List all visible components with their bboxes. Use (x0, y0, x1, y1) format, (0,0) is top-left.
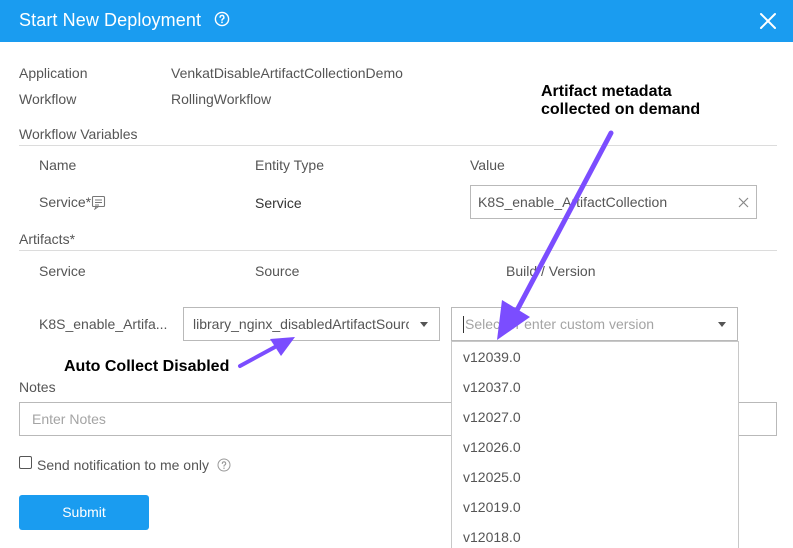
column-header-entity-type: Entity Type (255, 157, 325, 173)
version-option[interactable]: v12025.0 (463, 469, 521, 485)
chevron-down-icon[interactable] (420, 322, 428, 327)
question-circle-icon[interactable] (214, 11, 230, 27)
column-header-name: Name (39, 157, 77, 173)
section-divider (19, 145, 777, 146)
version-dropdown-list: v12039.0 v12037.0 v12027.0 v12026.0 v120… (451, 341, 739, 548)
close-icon[interactable] (759, 12, 777, 30)
annotation-auto-collect: Auto Collect Disabled (64, 358, 230, 375)
column-header-service: Service (39, 263, 86, 279)
service-value-text: K8S_enable_ArtifactCollection (478, 194, 668, 210)
artifact-source-select[interactable]: library_nginx_disabledArtifactSource (183, 307, 440, 341)
submit-button[interactable]: Submit (19, 495, 149, 530)
clear-x-icon[interactable] (738, 197, 749, 208)
dialog-header: Start New Deployment (0, 0, 793, 42)
notes-placeholder: Enter Notes (32, 411, 106, 427)
entity-type-value: Service (255, 195, 302, 211)
build-version-placeholder: Select or enter custom version (465, 316, 655, 332)
arrow-autocollect-shaft (238, 345, 277, 368)
workflow-value: RollingWorkflow (171, 91, 272, 107)
notes-icon[interactable] (91, 195, 106, 210)
notes-label: Notes (19, 379, 56, 395)
arrow-metadata-shaft (512, 130, 614, 317)
artifacts-title: Artifacts* (19, 231, 76, 247)
notification-checkbox[interactable] (19, 456, 32, 469)
variable-name: Service* (39, 194, 92, 210)
version-option[interactable]: v12019.0 (463, 499, 521, 515)
section-divider (19, 250, 777, 251)
build-version-select[interactable]: Select or enter custom version (451, 307, 738, 341)
workflow-label: Workflow (19, 91, 77, 107)
version-option[interactable]: v12018.0 (463, 529, 521, 545)
annotation-metadata-line1: Artifact metadata (541, 83, 672, 100)
version-option[interactable]: v12037.0 (463, 379, 521, 395)
workflow-variables-title: Workflow Variables (19, 126, 138, 142)
question-circle-icon[interactable] (217, 458, 231, 472)
artifact-source-value: library_nginx_disabledArtifactSource (193, 316, 409, 332)
column-header-value: Value (470, 157, 505, 173)
version-option[interactable]: v12039.0 (463, 349, 521, 365)
version-option[interactable]: v12027.0 (463, 409, 521, 425)
application-value: VenkatDisableArtifactCollectionDemo (171, 65, 403, 81)
application-label: Application (19, 65, 88, 81)
dialog-title: Start New Deployment (19, 10, 202, 30)
column-header-build-version: Build / Version (506, 263, 596, 279)
version-option[interactable]: v12026.0 (463, 439, 521, 455)
text-cursor (463, 316, 464, 333)
artifact-service-name: K8S_enable_Artifa... (39, 316, 168, 332)
annotation-metadata-line2: collected on demand (541, 101, 701, 118)
service-value-input[interactable]: K8S_enable_ArtifactCollection (470, 185, 757, 219)
column-header-source: Source (255, 263, 300, 279)
chevron-down-icon[interactable] (718, 322, 726, 327)
notification-label: Send notification to me only (37, 457, 209, 473)
